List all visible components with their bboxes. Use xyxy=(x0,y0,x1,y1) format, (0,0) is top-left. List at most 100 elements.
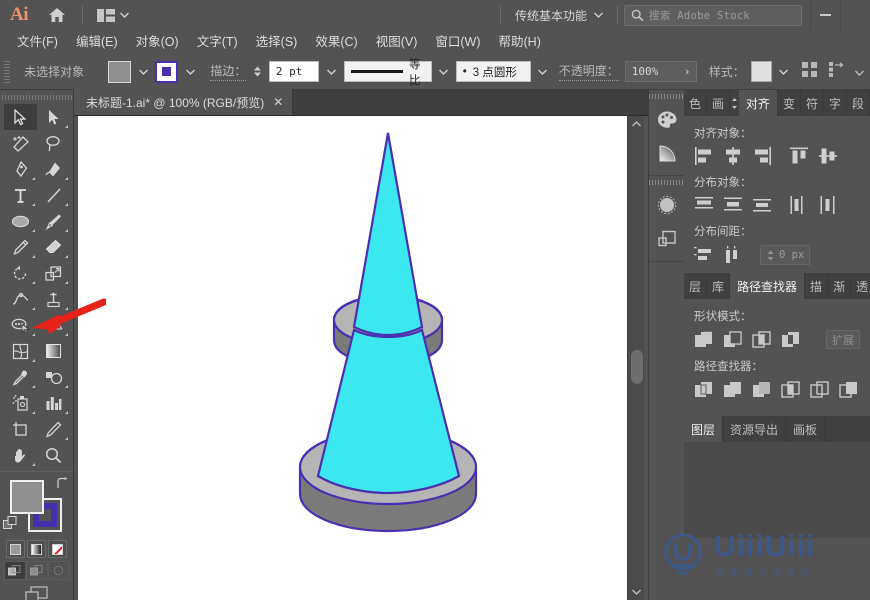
change-screen-mode-button[interactable] xyxy=(0,586,73,600)
draw-behind-button[interactable] xyxy=(25,561,48,580)
slice-tool[interactable] xyxy=(37,416,70,442)
lasso-tool[interactable] xyxy=(37,130,70,156)
blend-tool[interactable] xyxy=(37,364,70,390)
align-center-h-button[interactable] xyxy=(723,147,743,165)
distribute-left-button[interactable] xyxy=(789,196,809,214)
tab-transparency[interactable]: 透 xyxy=(851,273,870,299)
fill-color-indicator[interactable] xyxy=(10,480,44,514)
merge-button[interactable] xyxy=(752,380,773,399)
ellipse-tool[interactable] xyxy=(4,208,37,234)
dock-grip-2[interactable] xyxy=(649,176,684,188)
menu-item-file[interactable]: 文件(F) xyxy=(8,30,67,54)
rotate-tool[interactable] xyxy=(4,260,37,286)
stroke-chevron-down-icon[interactable] xyxy=(184,61,196,83)
scale-tool[interactable] xyxy=(37,260,70,286)
tab-asset-export[interactable]: 资源导出 xyxy=(723,416,787,442)
color-mode-button[interactable] xyxy=(6,540,25,558)
type-tool[interactable] xyxy=(4,182,37,208)
tab-color[interactable]: 色 xyxy=(684,90,708,116)
hand-tool[interactable] xyxy=(4,442,37,468)
intersect-button[interactable] xyxy=(752,330,773,349)
stroke-weight-stepper[interactable] xyxy=(252,66,262,77)
vertical-distribute-space-button[interactable] xyxy=(694,246,714,264)
align-right-button[interactable] xyxy=(752,147,772,165)
align-center-v-button[interactable] xyxy=(818,147,838,165)
artboard-tool[interactable] xyxy=(4,416,37,442)
close-icon[interactable]: ✕ xyxy=(273,96,283,108)
tab-brushes[interactable]: 画 xyxy=(707,90,731,116)
menu-item-effect[interactable]: 效果(C) xyxy=(306,30,366,54)
tab-stroke[interactable]: 描 xyxy=(805,273,829,299)
color-panel-icon[interactable] xyxy=(649,102,685,136)
paintbrush-tool[interactable] xyxy=(37,208,70,234)
arrange-icon[interactable] xyxy=(829,61,845,82)
zoom-tool[interactable] xyxy=(37,442,70,468)
panel-tab-grip[interactable] xyxy=(730,90,739,116)
line-segment-tool[interactable] xyxy=(37,182,70,208)
dock-grip[interactable] xyxy=(649,90,684,102)
divide-button[interactable] xyxy=(694,380,715,399)
distribute-top-button[interactable] xyxy=(694,196,714,214)
distribute-center-v-button[interactable] xyxy=(723,196,743,214)
tab-gradient[interactable]: 渐 xyxy=(828,273,852,299)
trim-button[interactable] xyxy=(723,380,744,399)
artboard[interactable] xyxy=(78,116,627,600)
crop-button[interactable] xyxy=(781,380,802,399)
stroke-weight-input[interactable]: 2 pt xyxy=(268,61,320,82)
fill-color-swatch[interactable] xyxy=(108,60,131,83)
opacity-control[interactable]: 100% › xyxy=(624,61,697,82)
default-fill-stroke-icon[interactable] xyxy=(3,516,18,536)
brush-definition-select[interactable]: • 3 点圆形 xyxy=(455,61,531,82)
eyedropper-tool[interactable] xyxy=(4,364,37,390)
opacity-label[interactable]: 不透明度： xyxy=(558,62,619,81)
tab-character[interactable]: 字 xyxy=(824,90,847,116)
gradient-mode-button[interactable] xyxy=(27,540,46,558)
canvas-vertical-scrollbar[interactable] xyxy=(627,116,644,600)
scroll-down-chevron-down-icon[interactable] xyxy=(628,584,645,600)
distribute-center-h-button[interactable] xyxy=(818,196,838,214)
minimize-button[interactable] xyxy=(810,0,840,30)
home-icon[interactable] xyxy=(38,0,76,30)
pencil-tool[interactable] xyxy=(4,234,37,260)
tab-transform[interactable]: 变 xyxy=(778,90,801,116)
horizontal-distribute-space-button[interactable] xyxy=(724,246,744,264)
style-chevron-down-icon[interactable] xyxy=(778,61,790,83)
align-top-button[interactable] xyxy=(789,147,809,165)
column-graph-tool[interactable] xyxy=(37,390,70,416)
arrange-documents-icon[interactable] xyxy=(89,0,137,30)
draw-normal-button[interactable] xyxy=(3,561,26,580)
menu-item-type[interactable]: 文字(T) xyxy=(188,30,247,54)
outline-button[interactable] xyxy=(810,380,831,399)
opacity-input[interactable]: 100% xyxy=(624,61,679,82)
tab-layers[interactable]: 图层 xyxy=(684,416,724,442)
eraser-tool[interactable] xyxy=(37,234,70,260)
scrollbar-track[interactable] xyxy=(628,132,645,584)
align-panel-icon[interactable] xyxy=(802,61,818,82)
gradient-panel-icon[interactable] xyxy=(649,136,685,170)
opacity-flyout-icon[interactable]: › xyxy=(678,61,697,82)
brushes-panel-icon[interactable] xyxy=(649,188,685,222)
scrollbar-thumb[interactable] xyxy=(630,350,643,384)
variable-width-profile-select[interactable]: 等比 xyxy=(343,59,432,87)
layers-panel-icon[interactable] xyxy=(649,222,685,256)
align-left-button[interactable] xyxy=(694,147,714,165)
control-bar-grip[interactable] xyxy=(4,60,11,83)
tab-paragraph[interactable]: 段 xyxy=(847,90,870,116)
canvas-area[interactable] xyxy=(74,116,648,600)
search-adobe-stock-input[interactable]: 搜索 Adobe Stock xyxy=(624,4,802,26)
profile-chevron-down-icon[interactable] xyxy=(438,61,450,83)
magic-wand-tool[interactable] xyxy=(4,130,37,156)
pen-tool[interactable] xyxy=(4,156,37,182)
direct-selection-tool[interactable] xyxy=(37,104,70,130)
control-bar-chevron-down-icon[interactable] xyxy=(855,63,865,81)
exclude-button[interactable] xyxy=(781,330,802,349)
stroke-color-swatch[interactable] xyxy=(155,60,179,83)
menu-item-object[interactable]: 对象(O) xyxy=(127,30,188,54)
maximize-button[interactable] xyxy=(840,0,870,30)
fill-chevron-down-icon[interactable] xyxy=(137,61,149,83)
workspace-switcher[interactable]: 传统基本功能 xyxy=(507,0,611,30)
menu-item-select[interactable]: 选择(S) xyxy=(247,30,307,54)
curvature-tool[interactable] xyxy=(37,156,70,182)
tab-align[interactable]: 对齐 xyxy=(738,90,778,116)
swap-fill-stroke-icon[interactable] xyxy=(55,477,69,495)
